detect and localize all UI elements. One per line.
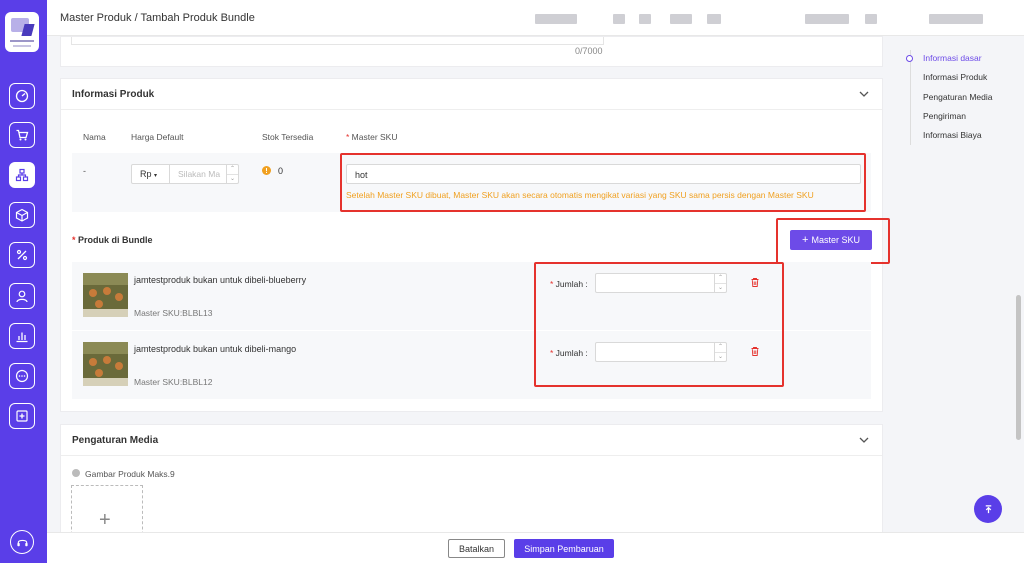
active-dot-icon: [906, 55, 913, 62]
top-header: Master Produk / Tambah Produk Bundle: [47, 0, 1024, 36]
column-stock: Stok Tersedia: [262, 132, 314, 142]
highlight-box-quantity: [534, 262, 784, 387]
price-input[interactable]: Rp ▾ Silakan Ma ⌃ ⌄: [131, 164, 239, 184]
product-info-header[interactable]: Informasi Produk: [61, 79, 882, 110]
nav-item-product-info[interactable]: Informasi Produk: [923, 72, 987, 82]
column-price: Harga Default: [131, 132, 184, 142]
nav-item-shipping[interactable]: Pengiriman: [923, 111, 966, 121]
save-button[interactable]: Simpan Pembaruan: [514, 539, 614, 558]
highlight-box-add-button: [776, 218, 890, 264]
product-thumbnail: [83, 273, 128, 317]
blurred-header-item: [805, 14, 849, 24]
bundle-item-name: jamtestproduk bukan untuk dibeli-mango: [134, 344, 297, 354]
blurred-header-item: [865, 14, 877, 24]
chart-icon[interactable]: [9, 323, 35, 349]
product-thumbnail: [83, 342, 128, 386]
price-stepper[interactable]: ⌃ ⌄: [226, 165, 238, 183]
chevron-down-icon[interactable]: [859, 436, 869, 444]
product-hierarchy-icon[interactable]: [9, 162, 35, 188]
box-icon[interactable]: [9, 202, 35, 228]
blurred-header-item: [639, 14, 651, 24]
blurred-header-item: [707, 14, 721, 24]
scroll-top-button[interactable]: [974, 495, 1002, 523]
section-nav: Informasi dasar Informasi Produk Pengatu…: [906, 50, 1010, 145]
media-card: Pengaturan Media: [60, 424, 883, 544]
bundle-title: * Produk di Bundle: [72, 235, 153, 245]
description-card: 0/7000: [60, 36, 883, 67]
product-name-value: -: [83, 166, 86, 176]
bundle-item-sku: Master SKU:BLBL12: [134, 377, 213, 387]
blurred-header-item: [535, 14, 577, 24]
media-header[interactable]: Pengaturan Media: [61, 425, 882, 456]
nav-item-basic-info[interactable]: Informasi dasar: [923, 53, 982, 63]
arrow-up-icon: [985, 504, 991, 513]
chat-icon[interactable]: [9, 363, 35, 389]
media-image-label: Gambar Produk Maks.9: [85, 469, 175, 479]
media-title: Pengaturan Media: [72, 435, 159, 446]
currency-select[interactable]: Rp ▾: [132, 165, 170, 183]
info-icon: [72, 469, 80, 477]
char-counter: 0/7000: [575, 46, 603, 56]
step-down-icon[interactable]: ⌄: [227, 174, 238, 183]
dashboard-icon[interactable]: [9, 83, 35, 109]
description-textarea[interactable]: [71, 37, 604, 45]
add-page-icon[interactable]: [9, 403, 35, 429]
blurred-header-item: [929, 14, 983, 24]
column-name: Nama: [83, 132, 106, 142]
column-master-sku: * Master SKU: [346, 132, 398, 142]
headset-icon[interactable]: [10, 530, 34, 554]
cart-icon[interactable]: [9, 122, 35, 148]
bundle-item-name: jamtestproduk bukan untuk dibeli-blueber…: [134, 275, 307, 285]
warning-icon: [262, 166, 271, 175]
nav-item-media[interactable]: Pengaturan Media: [923, 92, 992, 102]
bundle-item-sku: Master SKU:BLBL13: [134, 308, 213, 318]
step-up-icon[interactable]: ⌃: [227, 165, 238, 174]
sidebar: [0, 0, 47, 563]
highlight-box-sku: [340, 153, 866, 212]
cancel-button[interactable]: Batalkan: [448, 539, 505, 558]
blurred-header-item: [670, 14, 692, 24]
chevron-down-icon[interactable]: [859, 90, 869, 98]
breadcrumb: Master Produk / Tambah Produk Bundle: [60, 12, 255, 24]
product-info-title: Informasi Produk: [72, 89, 155, 100]
percent-icon[interactable]: [9, 242, 35, 268]
nav-item-fees[interactable]: Informasi Biaya: [923, 130, 982, 140]
price-placeholder: Silakan Ma: [178, 169, 221, 179]
user-icon[interactable]: [9, 283, 35, 309]
scrollbar[interactable]: [1016, 295, 1021, 440]
blurred-header-item: [613, 14, 625, 24]
plus-icon: +: [99, 509, 111, 531]
app-logo[interactable]: [5, 12, 39, 52]
stock-value: 0: [278, 166, 284, 176]
